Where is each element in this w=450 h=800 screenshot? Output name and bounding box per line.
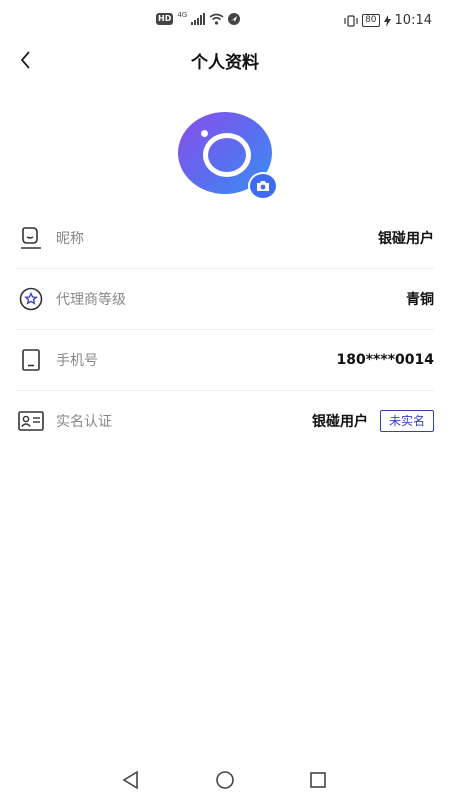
triangle-back-icon	[122, 770, 138, 790]
network-type: 4G	[177, 11, 188, 19]
change-avatar-button[interactable]	[248, 172, 278, 200]
page-title: 个人资料	[191, 53, 259, 73]
nav-home-button[interactable]	[213, 768, 237, 792]
agent-level-label: 代理商等级	[56, 292, 126, 308]
real-name-auth-label: 实名认证	[56, 414, 112, 430]
avatar-container	[178, 112, 278, 200]
wifi-icon	[209, 13, 224, 25]
nav-back-button[interactable]	[119, 768, 143, 792]
profile-list: 昵称 银碰用户 代理商等级 青铜 手机号 180****0014 实名认证 银碰…	[0, 208, 450, 451]
battery-level: 80	[362, 14, 380, 27]
signal-icon	[191, 13, 206, 25]
nickname-row[interactable]: 昵称 银碰用户	[16, 208, 434, 269]
unverified-badge[interactable]: 未实名	[379, 410, 434, 432]
system-nav-bar	[0, 758, 450, 800]
phone-label: 手机号	[56, 353, 98, 369]
phone-value: 180****0014	[336, 352, 434, 368]
clock: 10:14	[394, 13, 432, 28]
circle-home-icon	[216, 771, 234, 789]
charging-icon	[383, 14, 391, 27]
real-name-auth-row[interactable]: 实名认证 银碰用户 未实名	[16, 391, 434, 451]
location-icon	[228, 13, 241, 25]
nickname-value: 银碰用户	[378, 231, 434, 247]
nav-bar: 个人资料	[0, 40, 450, 80]
status-left: HD 4G	[156, 11, 241, 25]
nickname-label: 昵称	[56, 231, 84, 247]
nav-recents-button[interactable]	[306, 768, 330, 792]
id-card-icon	[18, 408, 44, 434]
status-bar: HD 4G 80 10:14	[0, 0, 450, 44]
phone-icon	[18, 347, 44, 373]
agent-level-value: 青铜	[406, 292, 434, 308]
square-recents-icon	[310, 772, 326, 788]
camera-icon	[257, 181, 269, 191]
vibrate-icon	[344, 14, 358, 27]
face-icon	[18, 225, 44, 251]
star-badge-icon	[18, 286, 44, 312]
phone-row[interactable]: 手机号 180****0014	[16, 330, 434, 391]
avatar-dot-shape	[201, 130, 208, 137]
status-right: 80 10:14	[344, 13, 432, 28]
hd-badge: HD	[156, 13, 174, 25]
avatar-ring-shape	[203, 133, 251, 177]
agent-level-row[interactable]: 代理商等级 青铜	[16, 269, 434, 330]
real-name-auth-value: 银碰用户	[311, 414, 368, 430]
